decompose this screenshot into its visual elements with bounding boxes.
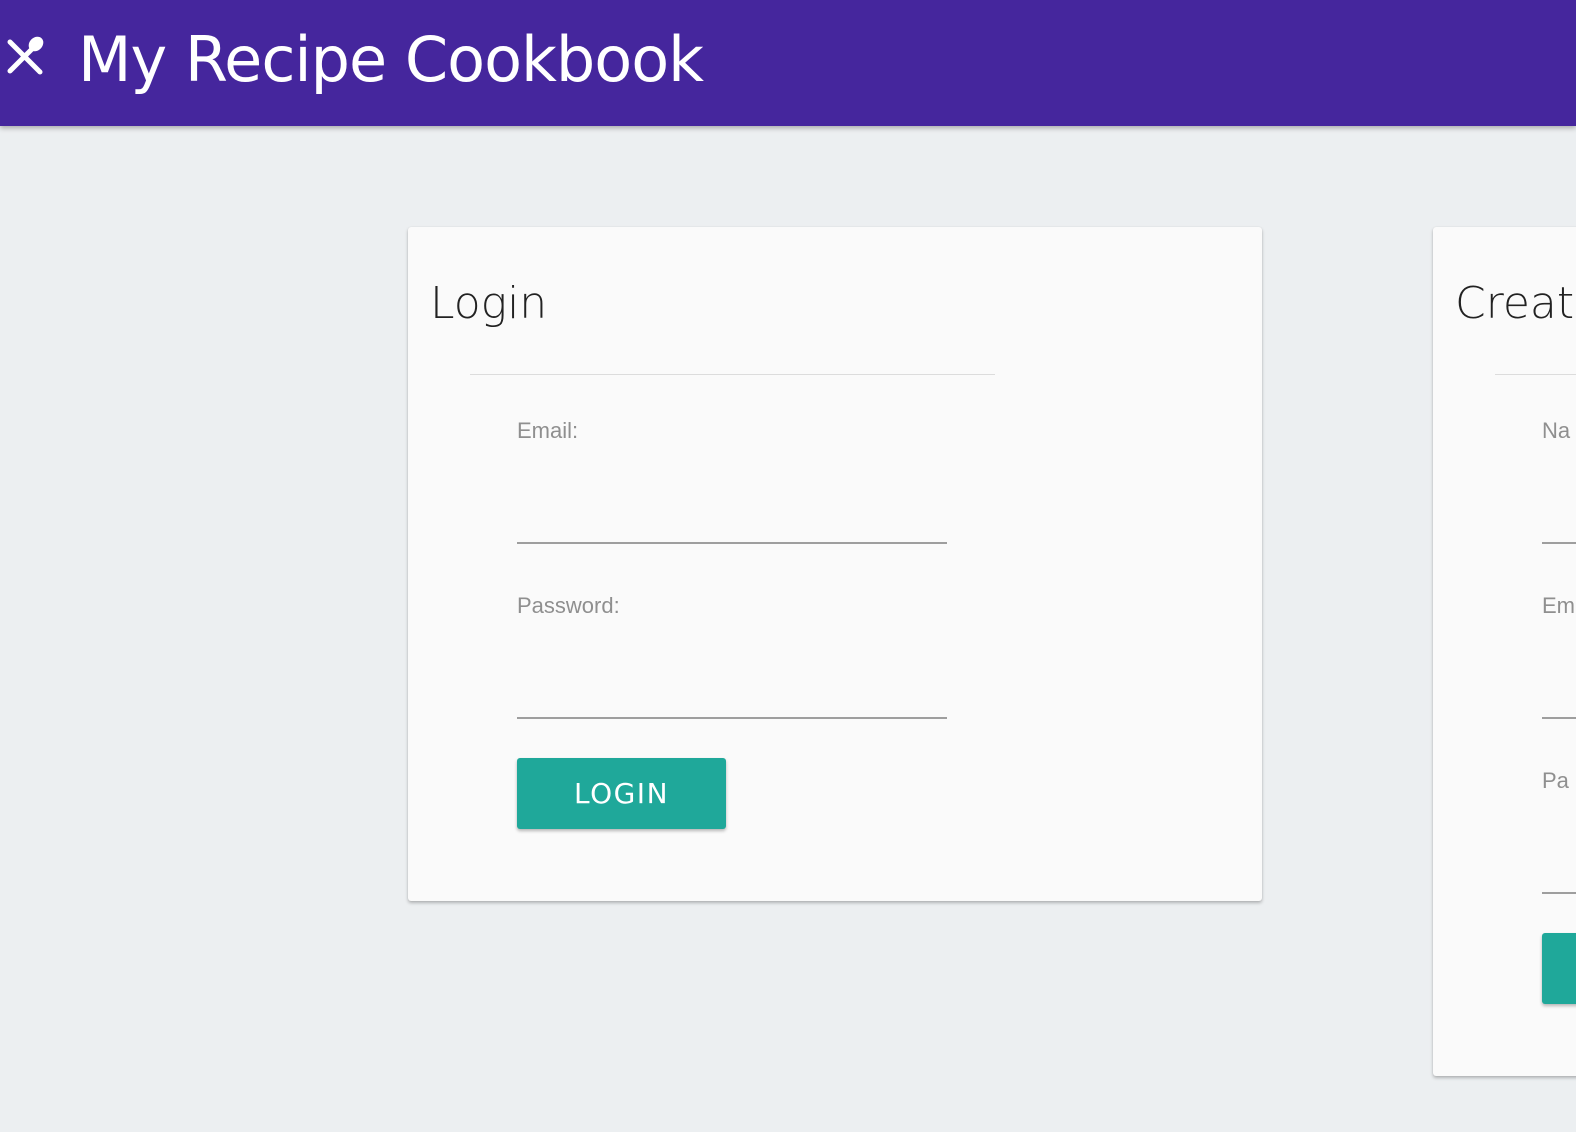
create-account-button[interactable] xyxy=(1542,933,1576,1004)
password-label: Password: xyxy=(517,593,620,618)
login-button[interactable]: LOGIN xyxy=(517,758,726,829)
create-card-title: Creat xyxy=(1455,278,1575,329)
login-card-divider xyxy=(470,374,995,375)
login-card-title: Login xyxy=(430,278,548,329)
app-bar: My Recipe Cookbook xyxy=(0,0,1576,126)
email-label: Email: xyxy=(517,418,579,443)
create-password-field[interactable] xyxy=(1542,848,1576,894)
create-password-label: Pa xyxy=(1542,768,1569,793)
login-card: Login Email: Password: LOGIN xyxy=(408,227,1262,901)
password-field[interactable] xyxy=(517,673,947,719)
create-email-field[interactable] xyxy=(1542,673,1576,719)
create-email-label: Em xyxy=(1542,593,1575,618)
create-account-card: Creat Na Em Pa xyxy=(1433,227,1576,1076)
app-title: My Recipe Cookbook xyxy=(78,23,704,96)
name-field[interactable] xyxy=(1542,498,1576,544)
name-label: Na xyxy=(1542,418,1571,443)
utensils-icon xyxy=(7,36,44,75)
email-field[interactable] xyxy=(517,498,947,544)
create-card-divider xyxy=(1495,374,1576,375)
